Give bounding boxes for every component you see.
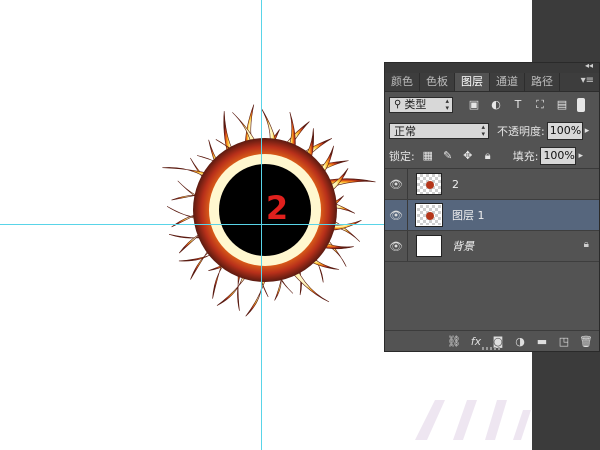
vertical-guide bbox=[261, 0, 262, 450]
eye-icon[interactable]: 👁︎ bbox=[385, 209, 407, 222]
number-label: 2 bbox=[265, 189, 289, 227]
lock-image-brush-icon[interactable]: ✎ bbox=[441, 149, 455, 163]
fill-input[interactable]: 100% bbox=[540, 147, 577, 165]
search-icon: ⚲ bbox=[394, 99, 402, 110]
filter-row: ⚲ 类型 ▴ ▾ ▣ ◐ T ⛶ ▤ bbox=[385, 92, 599, 118]
filter-kind-label: 类型 bbox=[404, 98, 427, 111]
filter-kind-select[interactable]: ⚲ 类型 ▴ ▾ bbox=[389, 97, 453, 113]
fx-icon[interactable]: fx bbox=[467, 335, 485, 348]
smart-object-filter-icon[interactable]: ▤ bbox=[555, 98, 569, 112]
tab-color[interactable]: 颜色 bbox=[385, 73, 420, 91]
opacity-input[interactable]: 100% bbox=[546, 122, 583, 140]
trash-icon[interactable]: 🗑︎ bbox=[577, 335, 595, 348]
tab-layers[interactable]: 图层 bbox=[455, 73, 490, 91]
new-layer-icon[interactable]: ◳ bbox=[555, 335, 573, 348]
lock-label: 锁定: bbox=[389, 150, 415, 163]
thumbnail-sun bbox=[426, 212, 434, 220]
panel-tabs: 颜色 色板 图层 通道 路径 ▾≡ bbox=[385, 73, 599, 92]
opacity-label: 不透明度: bbox=[497, 125, 545, 138]
stepper-icon: ▴ ▾ bbox=[445, 97, 449, 112]
opacity-dropdown-icon[interactable]: ▸ bbox=[585, 126, 590, 136]
adjustment-filter-icon[interactable]: ◐ bbox=[489, 98, 503, 112]
panel-footer: ⛓ fx ◙ ◑ ▬ ◳ 🗑︎ bbox=[385, 330, 599, 351]
layer-thumbnail bbox=[416, 173, 442, 195]
stepper-icon: ▴ ▾ bbox=[481, 123, 485, 138]
fill-dropdown-icon[interactable]: ▸ bbox=[578, 151, 583, 161]
lock-transparent-icon[interactable]: ▦ bbox=[421, 149, 435, 163]
panel-titlebar: ◂◂ bbox=[385, 61, 599, 73]
eye-icon[interactable]: 👁︎ bbox=[385, 178, 407, 191]
layer-row-layer1[interactable]: 👁︎ 图层 1 bbox=[385, 200, 599, 231]
watermark bbox=[415, 400, 531, 440]
layer-row-2[interactable]: 👁︎ 2 bbox=[385, 169, 599, 200]
divider bbox=[407, 200, 408, 230]
tab-paths[interactable]: 路径 bbox=[525, 73, 560, 91]
tab-channels[interactable]: 通道 bbox=[490, 73, 525, 91]
layer-name: 图层 1 bbox=[452, 209, 485, 222]
lock-icon: 🔒︎ bbox=[583, 239, 589, 250]
divider bbox=[407, 169, 408, 199]
eye-icon[interactable]: 👁︎ bbox=[385, 240, 407, 253]
blend-row: 正常 ▴ ▾ 不透明度: 100% ▸ bbox=[385, 118, 599, 144]
layer-name: 背景 bbox=[452, 240, 474, 253]
layers-panel: ◂◂ 颜色 色板 图层 通道 路径 ▾≡ ⚲ 类型 ▴ ▾ ▣ ◐ T ⛶ ▤ 正… bbox=[384, 61, 600, 352]
blend-mode-label: 正常 bbox=[394, 125, 416, 138]
blend-mode-select[interactable]: 正常 ▴ ▾ bbox=[389, 123, 489, 139]
panel-menu-icon[interactable]: ▾≡ bbox=[581, 75, 594, 86]
pixel-filter-icon[interactable]: ▣ bbox=[467, 98, 481, 112]
layer-name: 2 bbox=[452, 177, 459, 191]
lock-all-icon[interactable]: 🔒︎ bbox=[481, 149, 495, 163]
layers-list: 👁︎ 2 👁︎ 图层 1 👁︎ 背景 🔒︎ bbox=[385, 169, 599, 262]
lock-row: 锁定: ▦ ✎ ✥ 🔒︎ 填充: 100% ▸ bbox=[385, 144, 599, 169]
layer-thumbnail bbox=[415, 203, 443, 227]
link-icon[interactable]: ⛓ bbox=[445, 335, 463, 348]
layer-thumbnail bbox=[416, 235, 442, 257]
fill-label: 填充: bbox=[512, 150, 539, 163]
tab-swatches[interactable]: 色板 bbox=[420, 73, 455, 91]
collapse-icon[interactable]: ◂◂ bbox=[585, 61, 593, 70]
thumbnail-sun bbox=[426, 181, 434, 189]
layer-row-background[interactable]: 👁︎ 背景 🔒︎ bbox=[385, 231, 599, 262]
adjustment-icon[interactable]: ◑ bbox=[511, 335, 529, 348]
filter-toggle[interactable] bbox=[577, 98, 585, 112]
group-folder-icon[interactable]: ▬ bbox=[533, 335, 551, 348]
mask-icon[interactable]: ◙ bbox=[489, 335, 507, 348]
lock-position-icon[interactable]: ✥ bbox=[461, 149, 475, 163]
shape-filter-icon[interactable]: ⛶ bbox=[533, 98, 547, 112]
resize-grip[interactable] bbox=[482, 347, 502, 350]
divider bbox=[407, 231, 408, 261]
type-filter-icon[interactable]: T bbox=[511, 98, 525, 112]
